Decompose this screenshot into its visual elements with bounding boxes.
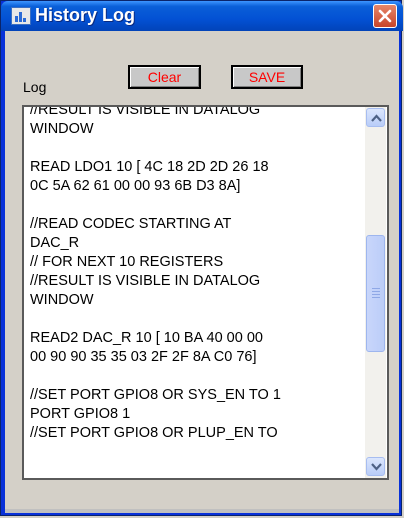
log-line: //RESULT IS VISIBLE IN DATALOG — [30, 273, 261, 289]
scrollbar-thumb[interactable] — [366, 235, 385, 352]
log-line: PORT GPIO8 1 — [30, 406, 131, 422]
app-window-icon — [11, 7, 31, 25]
vertical-scrollbar[interactable] — [365, 107, 386, 478]
log-textbox[interactable]: //RESULT IS VISIBLE IN DATALOG WINDOW READ… — [22, 105, 389, 480]
close-button[interactable] — [373, 4, 397, 28]
window-bottom-border — [5, 509, 399, 513]
log-line: 00 90 90 35 35 03 2F 2F 8A C0 76] — [30, 349, 257, 365]
history-log-window: History Log Log Clear SAVE //RESULT IS V… — [0, 0, 403, 516]
scroll-down-button[interactable] — [366, 457, 385, 476]
log-line: WINDOW — [30, 292, 94, 308]
log-text-area[interactable]: //RESULT IS VISIBLE IN DATALOG WINDOW READ… — [30, 107, 360, 478]
log-line: //RESULT IS VISIBLE IN DATALOG — [30, 107, 261, 118]
window-title: History Log — [35, 5, 136, 25]
scroll-up-button[interactable] — [366, 108, 385, 127]
log-line: //READ CODEC STARTING AT — [30, 216, 232, 232]
chevron-down-icon — [371, 463, 382, 471]
log-line: READ2 DAC_R 10 [ 10 BA 40 00 00 — [30, 330, 263, 346]
clear-button[interactable]: Clear — [128, 65, 201, 89]
title-bar[interactable]: History Log — [1, 1, 403, 31]
log-line: // FOR NEXT 10 REGISTERS — [30, 254, 224, 270]
save-button[interactable]: SAVE — [231, 65, 303, 89]
log-label: Log — [23, 79, 47, 95]
log-line: WINDOW — [30, 121, 94, 137]
chevron-up-icon — [371, 114, 382, 122]
log-line: //SET PORT GPIO8 OR SYS_EN TO 1 — [30, 387, 281, 403]
log-line: //SET PORT GPIO8 OR PLUP_EN TO — [30, 425, 278, 441]
close-x-icon — [378, 9, 392, 23]
log-line: 0C 5A 62 61 00 00 93 6B D3 8A] — [30, 178, 241, 194]
log-line: DAC_R — [30, 235, 80, 251]
log-line: READ LDO1 10 [ 4C 18 2D 2D 26 18 — [30, 159, 269, 175]
